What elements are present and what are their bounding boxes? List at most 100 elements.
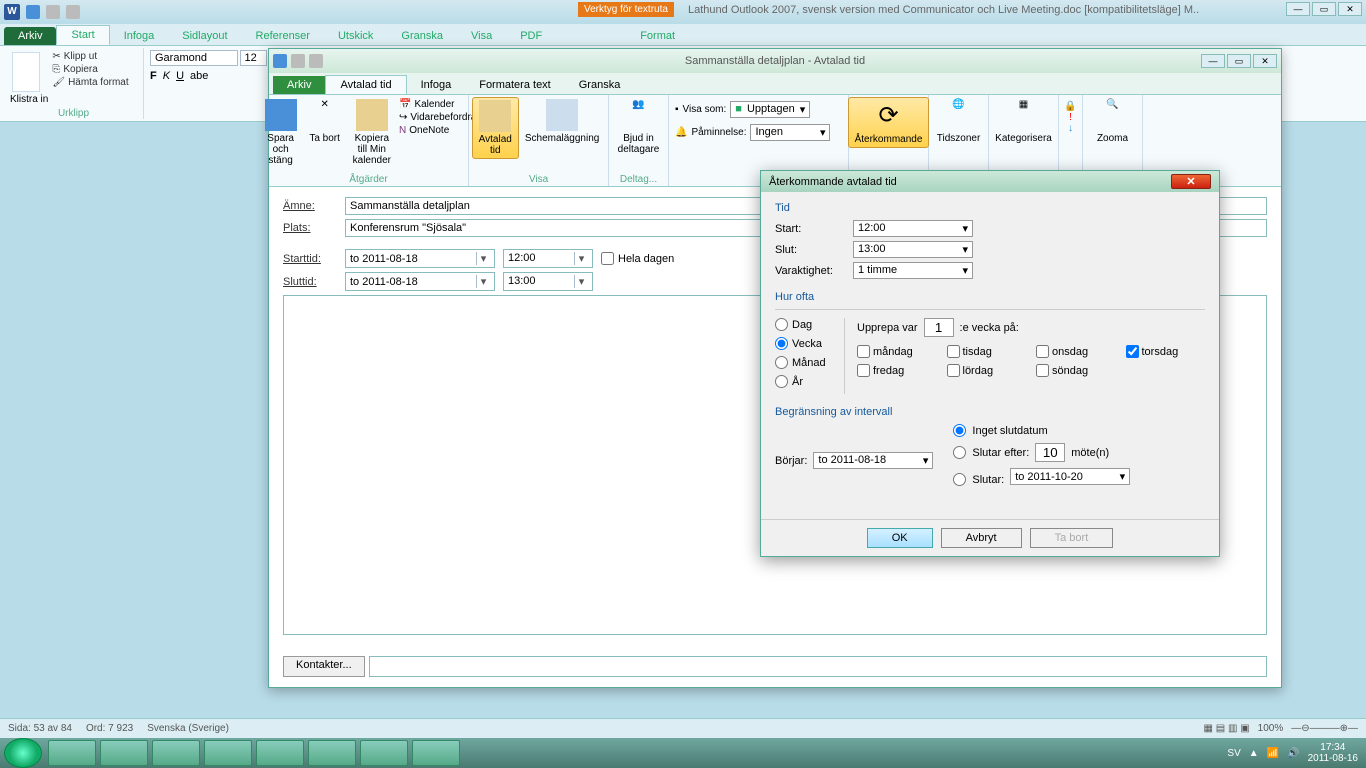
- ol-tab-arkiv[interactable]: Arkiv: [273, 76, 325, 94]
- minimize-button[interactable]: —: [1286, 2, 1310, 16]
- tab-infoga[interactable]: Infoga: [110, 27, 169, 45]
- tab-sidlayout[interactable]: Sidlayout: [168, 27, 241, 45]
- ol-save-icon[interactable]: [273, 54, 287, 68]
- private-icon[interactable]: 🔒: [1064, 101, 1076, 112]
- tray-sound-icon[interactable]: 🔊: [1287, 748, 1299, 759]
- word-taskbar-button[interactable]: [360, 740, 408, 766]
- sunday-checkbox[interactable]: [1036, 364, 1049, 377]
- bold-button[interactable]: F: [150, 70, 157, 82]
- ol-minimize-button[interactable]: —: [1201, 54, 1225, 68]
- repeat-interval-input[interactable]: [924, 318, 954, 337]
- appointment-view-button[interactable]: Avtalad tid: [472, 97, 519, 159]
- help-taskbar-button[interactable]: [256, 740, 304, 766]
- start-time-picker[interactable]: 12:00▾: [503, 249, 593, 268]
- chevron-down-icon[interactable]: ▾: [476, 275, 490, 288]
- forward-button[interactable]: ↪Vidarebefordra: [399, 112, 476, 123]
- timezones-button[interactable]: 🌐Tidszoner: [931, 97, 987, 146]
- end-after-radio[interactable]: [953, 446, 966, 459]
- reminder-select[interactable]: Ingen▾: [750, 124, 830, 141]
- explorer-taskbar-button[interactable]: [48, 740, 96, 766]
- tab-granska[interactable]: Granska: [387, 27, 457, 45]
- zoom-level[interactable]: 100%: [1258, 723, 1284, 734]
- high-importance-icon[interactable]: !: [1069, 112, 1072, 123]
- all-day-checkbox[interactable]: [601, 252, 614, 265]
- end-by-radio[interactable]: [953, 473, 966, 486]
- contacts-button[interactable]: Kontakter...: [283, 656, 365, 677]
- paste-icon[interactable]: [12, 52, 40, 92]
- paste-label[interactable]: Klistra in: [10, 94, 48, 105]
- range-start-picker[interactable]: to 2011-08-18▾: [813, 452, 933, 469]
- chrome-taskbar-button[interactable]: [152, 740, 200, 766]
- ol-tab-granska[interactable]: Granska: [565, 76, 635, 94]
- contacts-input[interactable]: [369, 656, 1267, 677]
- save-close-button[interactable]: Spara och stäng: [259, 97, 303, 168]
- remove-recurrence-button[interactable]: Ta bort: [1030, 528, 1114, 548]
- close-button[interactable]: ✕: [1338, 2, 1362, 16]
- font-size-select[interactable]: 12: [240, 50, 267, 66]
- wednesday-checkbox[interactable]: [1036, 345, 1049, 358]
- no-end-radio[interactable]: [953, 424, 966, 437]
- recurrence-button[interactable]: ⟳Återkommande: [848, 97, 930, 148]
- copy-calendar-button[interactable]: Kopiera till Min kalender: [347, 97, 397, 168]
- outlook-taskbar-button[interactable]: [204, 740, 252, 766]
- language-status[interactable]: Svenska (Sverige): [147, 723, 229, 734]
- save-icon[interactable]: [26, 5, 40, 19]
- zoom-button[interactable]: 🔍Zooma: [1091, 97, 1135, 146]
- tray-lang[interactable]: SV: [1227, 748, 1240, 759]
- end-time-picker[interactable]: 13:00▾: [503, 272, 593, 291]
- mediaplayer-taskbar-button[interactable]: [100, 740, 148, 766]
- saturday-checkbox[interactable]: [947, 364, 960, 377]
- thursday-checkbox[interactable]: [1126, 345, 1139, 358]
- tab-visa[interactable]: Visa: [457, 27, 506, 45]
- weekly-radio[interactable]: [775, 337, 788, 350]
- undo-icon[interactable]: [46, 5, 60, 19]
- underline-button[interactable]: U: [176, 70, 184, 82]
- tab-start[interactable]: Start: [56, 25, 109, 45]
- ol-tab-infoga[interactable]: Infoga: [407, 76, 466, 94]
- tab-utskick[interactable]: Utskick: [324, 27, 387, 45]
- chevron-down-icon[interactable]: ▾: [476, 252, 490, 265]
- tab-referenser[interactable]: Referenser: [242, 27, 324, 45]
- powerpoint-taskbar-button[interactable]: [412, 740, 460, 766]
- calendar-button[interactable]: 📅Kalender: [399, 99, 476, 110]
- tuesday-checkbox[interactable]: [947, 345, 960, 358]
- tab-format[interactable]: Format: [626, 27, 689, 45]
- daily-radio[interactable]: [775, 318, 788, 331]
- occurrences-input[interactable]: [1035, 443, 1065, 462]
- onenote-button[interactable]: NOneNote: [399, 125, 476, 136]
- end-by-picker[interactable]: to 2011-10-20▾: [1010, 468, 1130, 485]
- friday-checkbox[interactable]: [857, 364, 870, 377]
- show-as-select[interactable]: ■ Upptagen▾: [730, 101, 810, 118]
- onenote-taskbar-button[interactable]: [308, 740, 356, 766]
- view-buttons[interactable]: ▦ ▤ ▥ ▣: [1204, 723, 1250, 734]
- rend-select[interactable]: 13:00▾: [853, 241, 973, 258]
- ol-undo-icon[interactable]: [291, 54, 305, 68]
- ok-button[interactable]: OK: [867, 528, 933, 548]
- dialog-close-button[interactable]: ✕: [1171, 174, 1211, 189]
- cut-button[interactable]: ✂Klipp ut: [52, 50, 128, 63]
- ol-restore-button[interactable]: ▭: [1227, 54, 1251, 68]
- rstart-select[interactable]: 12:00▾: [853, 220, 973, 237]
- delete-button[interactable]: ✕Ta bort: [303, 97, 347, 168]
- copy-button[interactable]: ⎘Kopiera: [52, 63, 128, 76]
- ol-tab-avtalad[interactable]: Avtalad tid: [325, 75, 406, 94]
- tray-flag-icon[interactable]: ▲: [1249, 748, 1259, 759]
- categorize-button[interactable]: ▦Kategorisera: [989, 97, 1058, 146]
- chevron-down-icon[interactable]: ▾: [574, 252, 588, 265]
- start-date-picker[interactable]: to 2011-08-18▾: [345, 249, 495, 268]
- monthly-radio[interactable]: [775, 356, 788, 369]
- strike-button[interactable]: abe: [190, 70, 208, 82]
- ol-tab-formatera[interactable]: Formatera text: [465, 76, 565, 94]
- low-importance-icon[interactable]: ↓: [1068, 123, 1073, 134]
- ol-close-button[interactable]: ✕: [1253, 54, 1277, 68]
- start-button[interactable]: [4, 738, 42, 768]
- italic-button[interactable]: K: [163, 70, 170, 82]
- yearly-radio[interactable]: [775, 375, 788, 388]
- restore-button[interactable]: ▭: [1312, 2, 1336, 16]
- duration-select[interactable]: 1 timme▾: [853, 262, 973, 279]
- cancel-button[interactable]: Avbryt: [941, 528, 1022, 548]
- end-date-picker[interactable]: to 2011-08-18▾: [345, 272, 495, 291]
- invite-button[interactable]: 👥Bjud in deltagare: [612, 97, 666, 157]
- tray-network-icon[interactable]: 📶: [1267, 748, 1279, 759]
- tab-arkiv[interactable]: Arkiv: [4, 27, 56, 45]
